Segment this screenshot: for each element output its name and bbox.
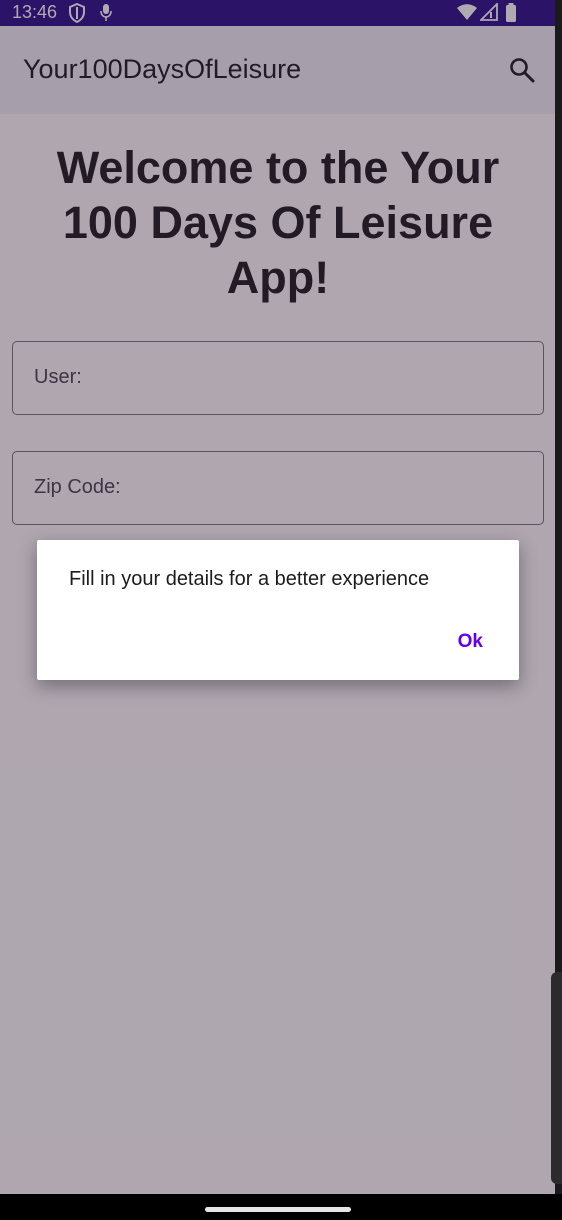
home-gesture-handle[interactable] [205, 1207, 351, 1212]
scrollbar-handle[interactable] [551, 972, 562, 1184]
navigation-bar [0, 1194, 562, 1220]
app-screen: 13:46 Your100DaysOfLeisure Welcome to th… [0, 0, 555, 1194]
alert-dialog: Fill in your details for a better experi… [37, 540, 519, 680]
ok-button[interactable]: Ok [458, 631, 483, 653]
dialog-message: Fill in your details for a better experi… [69, 568, 430, 590]
